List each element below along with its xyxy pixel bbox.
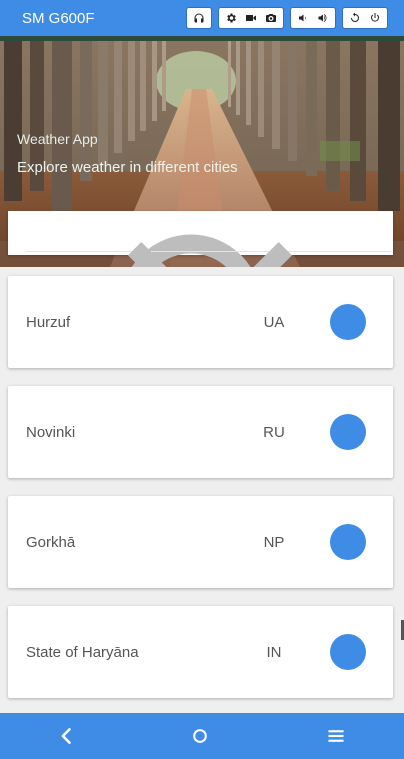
list-item[interactable]: State of Haryāna IN <box>8 606 393 698</box>
device-nav-bar <box>0 713 404 759</box>
close-icon[interactable] <box>8 211 404 267</box>
toolbar-group-media <box>218 7 284 29</box>
city-country: NP <box>263 534 285 551</box>
rotate-icon[interactable] <box>345 8 365 28</box>
volume-up-icon[interactable] <box>313 8 333 28</box>
menu-icon[interactable] <box>324 724 348 748</box>
city-name: Hurzuf <box>26 314 71 331</box>
device-title: SM G600F <box>22 9 95 27</box>
list-item[interactable]: Novinki RU <box>8 386 393 478</box>
toolbar-group-system <box>342 7 388 29</box>
city-country: RU <box>263 424 285 441</box>
device-toolbar: SM G600F <box>0 0 404 36</box>
header-image: Weather App Explore weather in different… <box>0 41 404 267</box>
toolbar-group-audio <box>186 7 212 29</box>
city-list: Hurzuf UA Novinki RU Gorkhā NP State of … <box>0 267 404 713</box>
list-item[interactable]: Hurzuf UA <box>8 276 393 368</box>
back-icon[interactable] <box>55 724 79 748</box>
city-action-button[interactable] <box>330 524 366 560</box>
city-country: IN <box>266 644 282 661</box>
city-action-button[interactable] <box>330 304 366 340</box>
city-country: UA <box>263 314 285 331</box>
search-bar <box>8 211 393 267</box>
city-name: Gorkhā <box>26 534 76 551</box>
list-item[interactable]: Gorkhā NP <box>8 496 393 588</box>
toolbar-button-groups <box>186 7 388 29</box>
app-subtitle: Explore weather in different cities <box>17 159 238 176</box>
volume-down-icon[interactable] <box>293 8 313 28</box>
video-camera-icon[interactable] <box>241 8 261 28</box>
toolbar-group-volume <box>290 7 336 29</box>
city-name: Novinki <box>26 424 76 441</box>
city-action-button[interactable] <box>330 414 366 450</box>
city-action-button[interactable] <box>330 634 366 670</box>
camera-icon[interactable] <box>261 8 281 28</box>
app-screen: Weather App Explore weather in different… <box>0 41 404 713</box>
gear-icon[interactable] <box>221 8 241 28</box>
city-name: State of Haryāna <box>26 644 139 661</box>
home-icon[interactable] <box>188 724 212 748</box>
headphones-icon[interactable] <box>189 8 209 28</box>
app-title: Weather App <box>17 131 98 147</box>
power-icon[interactable] <box>365 8 385 28</box>
